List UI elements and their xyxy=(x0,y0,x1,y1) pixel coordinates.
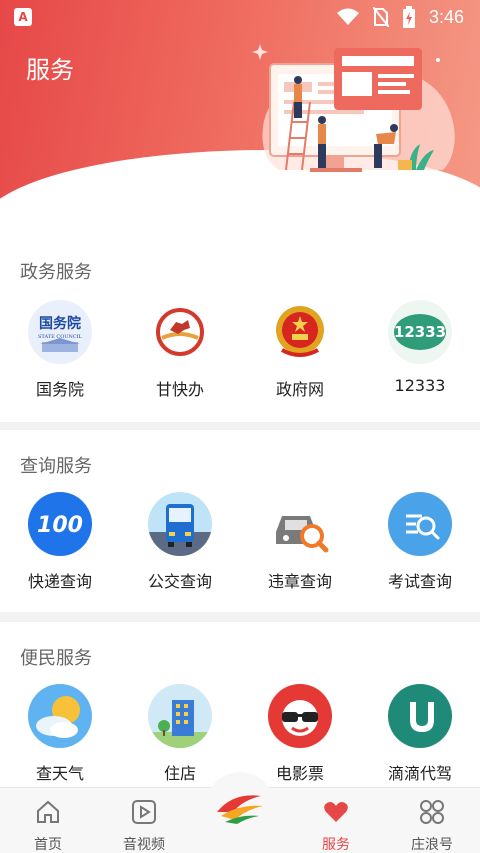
gan-kuai-ban-icon xyxy=(148,300,212,364)
nav-item-home[interactable]: 首页 xyxy=(0,788,96,853)
car-search-icon xyxy=(268,492,332,556)
nav-label: 服务 xyxy=(322,837,350,853)
service-grid: 100 快递查询 公交查询 违章查询 考试查询 xyxy=(0,492,480,592)
heart-icon xyxy=(324,802,348,822)
nav-label: 庄浪号 xyxy=(411,837,453,853)
home-icon xyxy=(37,800,59,823)
svg-text:100: 100 xyxy=(37,513,83,538)
section-government-services: 政务服务 国务院 STATE COUNCIL 国务院 甘快办 政府网 12333… xyxy=(0,230,480,422)
battery-charging-icon xyxy=(402,6,415,28)
nav-label: 首页 xyxy=(34,837,62,853)
section-query-services: 查询服务 100 快递查询 公交查询 违章查询 考试查询 xyxy=(0,430,480,612)
app-notification-icon: A xyxy=(14,8,32,26)
weather-icon xyxy=(28,684,92,748)
svg-text:12333: 12333 xyxy=(394,323,446,341)
service-item-movie-ticket[interactable]: 电影票 xyxy=(240,684,360,784)
service-item-express-query[interactable]: 100 快递查询 xyxy=(0,492,120,592)
nav-item-services[interactable]: 服务 xyxy=(288,788,384,853)
service-label: 甘快办 xyxy=(155,380,204,399)
service-item-hotel[interactable]: 住店 xyxy=(120,684,240,784)
service-label: 查天气 xyxy=(35,764,84,783)
movie-ticket-icon xyxy=(268,684,332,748)
service-item-violation-query[interactable]: 违章查询 xyxy=(240,492,360,592)
exam-search-icon xyxy=(388,492,452,556)
nav-item-zhuanglang[interactable]: 庄浪号 xyxy=(384,788,480,853)
wifi-icon xyxy=(336,8,359,25)
service-grid: 国务院 STATE COUNCIL 国务院 甘快办 政府网 12333 1233… xyxy=(0,300,480,400)
no-sim-icon xyxy=(372,7,389,27)
express-100-icon: 100 xyxy=(28,492,92,556)
service-label: 公交查询 xyxy=(147,572,212,591)
service-grid: 查天气 住店 电影票 滴滴代驾 xyxy=(0,684,480,784)
page-title: 服务 xyxy=(26,56,74,84)
app-logo-icon xyxy=(217,795,263,824)
service-item-12333[interactable]: 12333 12333 xyxy=(360,300,480,400)
national-emblem-icon xyxy=(268,300,332,364)
service-item-weather[interactable]: 查天气 xyxy=(0,684,120,784)
service-item-state-council[interactable]: 国务院 STATE COUNCIL 国务院 xyxy=(0,300,120,400)
section-convenience-services: 便民服务 查天气 住店 电影票 滴滴代驾 xyxy=(0,622,480,792)
nav-label: 音视频 xyxy=(123,837,165,853)
header-banner: A 3:46 服务 xyxy=(0,0,480,230)
didi-icon xyxy=(388,684,452,748)
service-item-gov-website[interactable]: 政府网 xyxy=(240,300,360,400)
svg-text:国务院: 国务院 xyxy=(39,315,81,332)
service-label: 住店 xyxy=(163,764,196,783)
status-time: 3:46 xyxy=(428,6,464,27)
service-item-exam-query[interactable]: 考试查询 xyxy=(360,492,480,592)
service-illustration xyxy=(252,44,455,172)
section-title: 便民服务 xyxy=(20,648,92,669)
service-label: 滴滴代驾 xyxy=(387,764,452,783)
service-item-bus-query[interactable]: 公交查询 xyxy=(120,492,240,592)
grid-icon xyxy=(420,800,444,824)
video-icon xyxy=(132,800,156,824)
service-item-didi-chauffeur[interactable]: 滴滴代驾 xyxy=(360,684,480,784)
section-title: 政务服务 xyxy=(20,262,92,283)
service-label: 12333 xyxy=(394,376,446,395)
bus-icon xyxy=(148,492,212,556)
service-label: 电影票 xyxy=(275,764,324,783)
service-label: 政府网 xyxy=(275,380,324,399)
hotel-icon xyxy=(148,684,212,748)
section-title: 查询服务 xyxy=(20,456,92,477)
center-logo-button[interactable] xyxy=(206,772,274,840)
status-bar: A 3:46 xyxy=(0,0,480,34)
12333-icon: 12333 xyxy=(388,300,452,364)
service-label: 考试查询 xyxy=(387,572,452,591)
service-label: 国务院 xyxy=(35,380,84,399)
service-label: 快递查询 xyxy=(27,572,92,591)
nav-item-video[interactable]: 音视频 xyxy=(96,788,192,853)
service-label: 违章查询 xyxy=(267,572,332,591)
state-council-icon: 国务院 STATE COUNCIL xyxy=(28,300,92,364)
service-item-gan-kuai-ban[interactable]: 甘快办 xyxy=(120,300,240,400)
